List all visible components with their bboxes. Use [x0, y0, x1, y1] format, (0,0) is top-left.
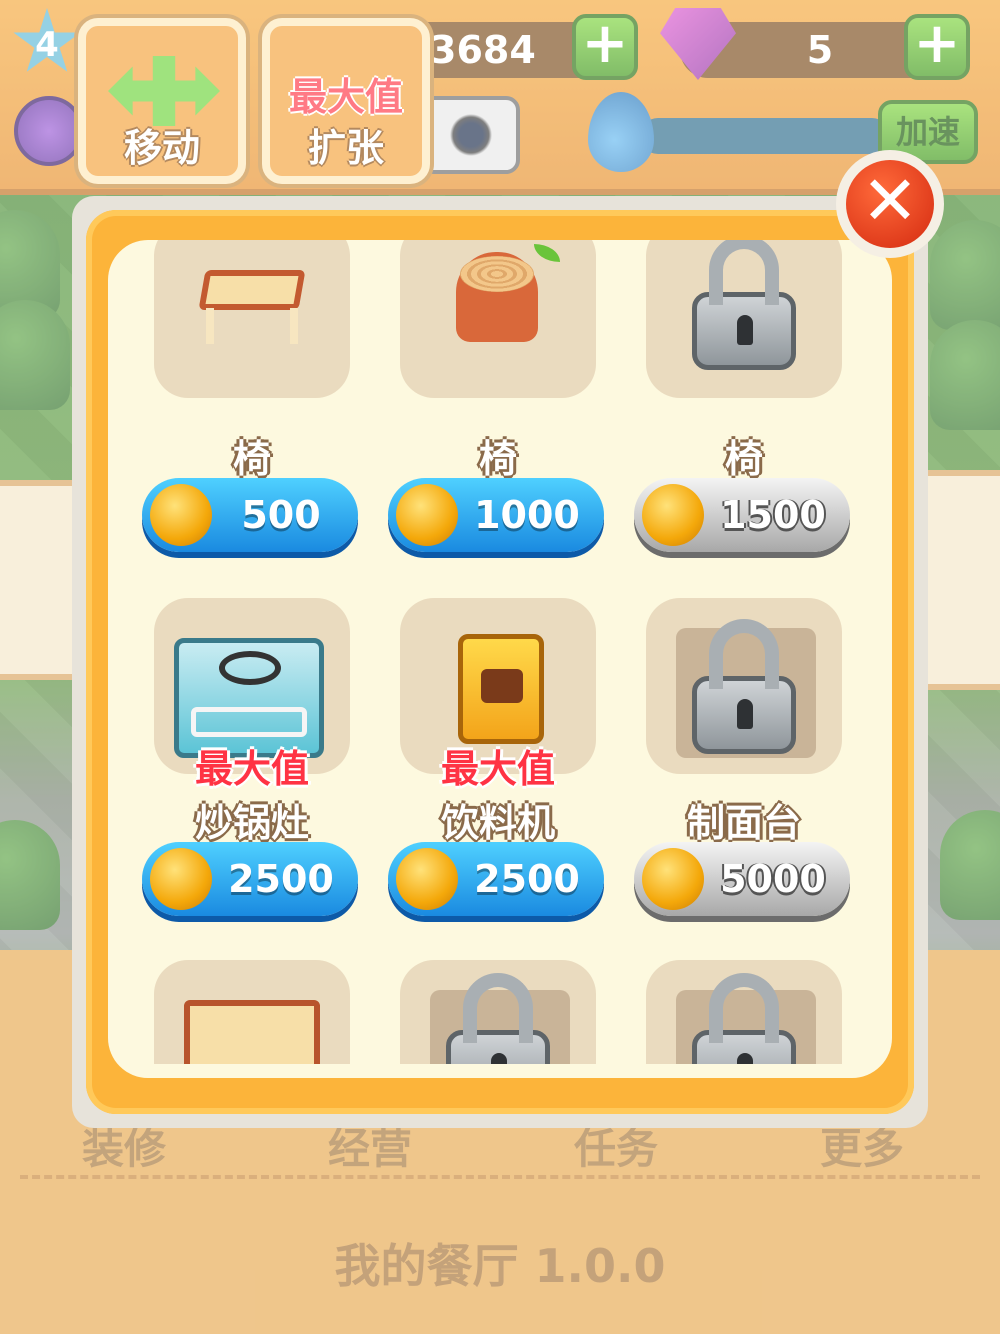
leaf-icon	[534, 244, 560, 262]
locked-buy-button[interactable]: 5000	[634, 842, 850, 916]
item-tile	[154, 960, 350, 1064]
item-tile	[646, 960, 842, 1064]
stump-stool-icon	[456, 252, 538, 342]
item-price: 5000	[720, 857, 826, 901]
lock-icon	[692, 240, 796, 370]
buy-button[interactable]: 2500	[142, 842, 358, 916]
table-legs	[206, 308, 298, 344]
item-tile	[400, 240, 596, 398]
coin-icon	[642, 848, 704, 910]
coin-icon	[150, 484, 212, 546]
item-name: 椅	[232, 437, 271, 481]
lock-icon	[692, 619, 796, 754]
coin-icon	[396, 848, 458, 910]
lock-icon	[692, 973, 796, 1064]
shelf-icon	[184, 1000, 320, 1064]
item-name: 饮料机	[440, 801, 555, 845]
close-button[interactable]: ✕	[836, 150, 944, 258]
item-tile	[154, 240, 350, 398]
drink-machine-icon	[458, 634, 544, 744]
burner-icon	[219, 651, 281, 685]
shop-item-list[interactable]: 椅 500 椅 1000 椅 1500 最大值 炒锅灶 2500 最大值 饮料机…	[108, 240, 892, 1078]
item-price: 1500	[720, 493, 826, 537]
buy-button[interactable]: 1000	[388, 478, 604, 552]
item-price: 2500	[228, 857, 334, 901]
item-name: 椅	[478, 437, 517, 481]
coin-icon	[150, 848, 212, 910]
lock-icon	[446, 973, 550, 1064]
item-price: 500	[241, 493, 321, 537]
max-label: 最大值	[194, 747, 309, 791]
item-name: 炒锅灶	[194, 801, 309, 845]
item-tile	[646, 240, 842, 398]
item-tile	[400, 960, 596, 1064]
item-name: 制面台	[686, 801, 801, 845]
coin-icon	[396, 484, 458, 546]
table-icon	[198, 270, 306, 310]
locked-buy-button[interactable]: 1500	[634, 478, 850, 552]
item-name: 椅	[724, 437, 763, 481]
item-price: 2500	[474, 857, 580, 901]
max-label: 最大值	[440, 747, 555, 791]
buy-button[interactable]: 500	[142, 478, 358, 552]
item-price: 1000	[474, 493, 580, 537]
item-tile	[646, 598, 842, 774]
coin-icon	[642, 484, 704, 546]
close-icon: ✕	[846, 160, 934, 248]
oven-door	[191, 707, 307, 737]
buy-button[interactable]: 2500	[388, 842, 604, 916]
